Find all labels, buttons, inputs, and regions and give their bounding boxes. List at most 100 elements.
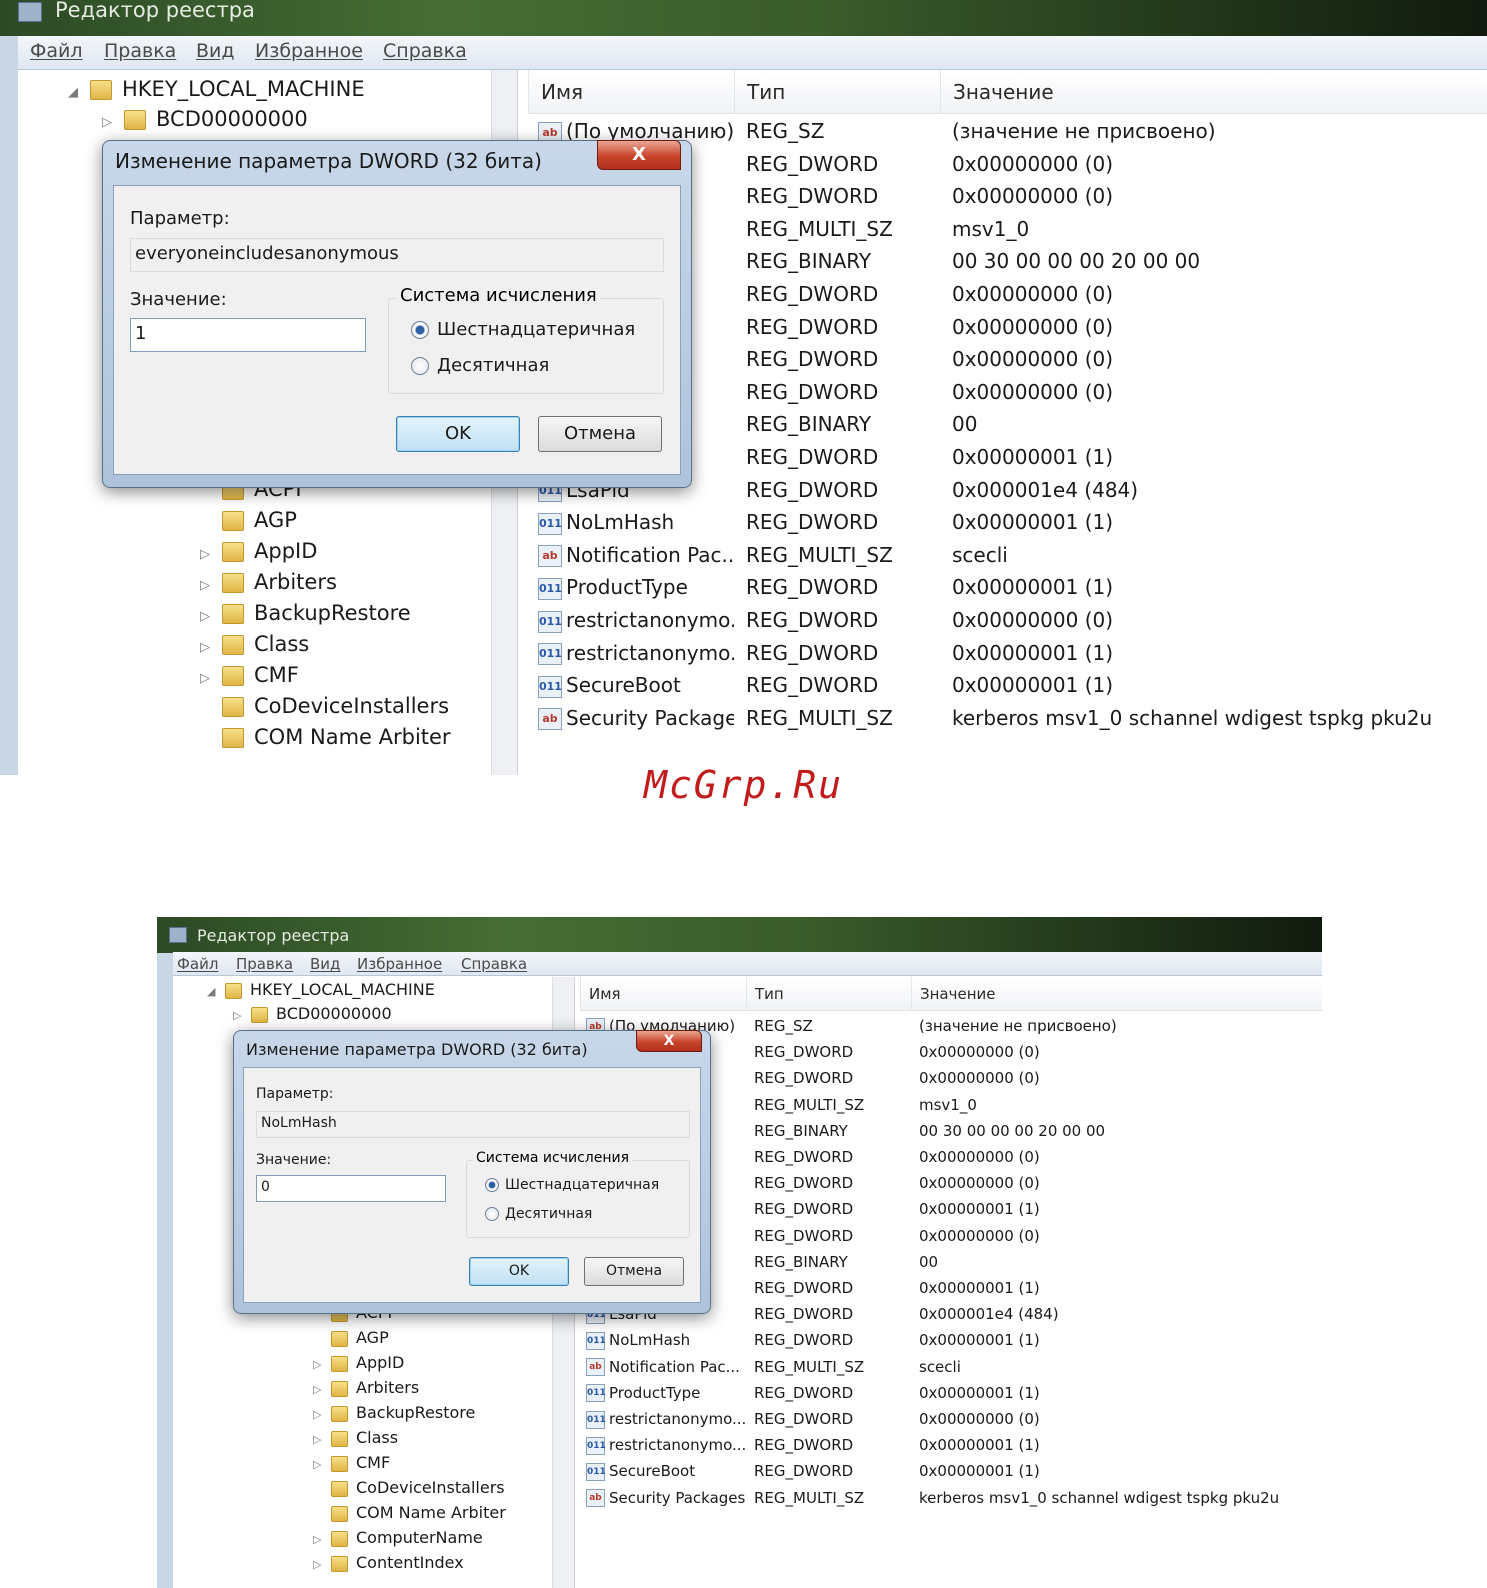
radix-group: Система исчисления Шестнадцатеричная Дес… — [466, 1150, 690, 1238]
binary-value-icon: 011 — [538, 577, 562, 600]
expand-icon[interactable]: ▷ — [313, 1553, 331, 1577]
tree-node[interactable]: ▷ Arbiters — [313, 1376, 419, 1400]
menu-favorites[interactable]: Избранное — [357, 955, 442, 973]
expand-icon[interactable]: ▷ — [200, 633, 222, 663]
folder-icon — [90, 80, 112, 100]
tree-node[interactable]: ▷ AppID — [313, 1351, 404, 1375]
tree-node-bcd[interactable]: ▷ BCD00000000 — [102, 104, 308, 134]
cell-value: 00 30 00 00 00 20 00 00 — [919, 1121, 1106, 1140]
menu-help[interactable]: Справка — [383, 40, 467, 62]
table-row[interactable]: 011 restrictanonymo... REG_DWORD 0x00000000… — [528, 604, 1487, 636]
tree-node[interactable]: ▷ Class — [313, 1426, 398, 1450]
value-input[interactable]: 1 — [130, 318, 366, 352]
table-row[interactable]: 011 NoLmHash REG_DWORD 0x00000001 (1) — [528, 506, 1487, 538]
expand-icon[interactable]: ▷ — [233, 1004, 251, 1028]
table-row[interactable]: 011 ProductType REG_DWORD 0x00000001 (1) — [528, 571, 1487, 603]
table-row[interactable]: 011 restrictanonymo... REG_DWORD 0x00000001… — [528, 637, 1487, 669]
expand-icon[interactable]: ▷ — [200, 540, 222, 570]
expand-icon[interactable]: ▷ — [313, 1403, 331, 1427]
tree-node[interactable]: CoDeviceInstallers — [313, 1476, 505, 1500]
tree-node[interactable]: ▷ BackupRestore — [313, 1401, 475, 1425]
radio-hex[interactable]: Шестнадцатеричная — [411, 319, 635, 340]
table-row[interactable]: ab Notification Pac... REG_MULTI_SZ scecli — [580, 1354, 1322, 1380]
column-value[interactable]: Значение — [940, 70, 1435, 113]
tree-node[interactable]: AGP — [313, 1326, 389, 1350]
expand-icon[interactable]: ▷ — [313, 1428, 331, 1452]
table-row[interactable]: 011 SecureBoot REG_DWORD 0x00000001 (1) — [580, 1458, 1322, 1484]
tree-node[interactable]: ▷ ContentIndex — [313, 1551, 464, 1575]
cell-value: 0x00000000 (0) — [919, 1043, 1040, 1062]
table-row[interactable]: ab Security Packages REG_MULTI_SZ kerberos … — [528, 702, 1487, 734]
menu-edit[interactable]: Правка — [236, 955, 293, 973]
tree-node[interactable]: COM Name Arbiter — [313, 1501, 506, 1525]
table-row[interactable]: 011 NoLmHash REG_DWORD 0x00000001 (1) — [580, 1327, 1322, 1353]
ok-button[interactable]: OK — [396, 416, 520, 452]
binary-value-icon: 011 — [586, 1331, 606, 1350]
menu-view[interactable]: Вид — [196, 40, 235, 62]
tree-node[interactable]: ▷ CMF — [200, 660, 299, 690]
column-type[interactable]: Тип — [746, 977, 911, 1010]
dialog-title: Изменение параметра DWORD (32 бита) — [115, 149, 542, 173]
tree-node[interactable]: ▷ BackupRestore — [200, 598, 411, 628]
cell-type: REG_BINARY — [746, 412, 872, 437]
menu-edit[interactable]: Правка — [104, 40, 176, 62]
radio-dec[interactable]: Десятичная — [411, 355, 549, 376]
collapse-icon[interactable]: ◢ — [68, 78, 90, 108]
close-button[interactable]: X — [636, 1030, 702, 1052]
radio-dec[interactable]: Десятичная — [485, 1206, 592, 1222]
binary-value-icon: 011 — [538, 610, 562, 633]
expand-icon[interactable]: ▷ — [200, 571, 222, 601]
radio-hex[interactable]: Шестнадцатеричная — [485, 1177, 659, 1193]
tree-node[interactable]: ▷ Class — [200, 629, 309, 659]
table-row[interactable]: 011 SecureBoot REG_DWORD 0x00000001 (1) — [528, 669, 1487, 701]
collapse-icon[interactable]: ◢ — [207, 980, 225, 1004]
menu-file[interactable]: Файл — [30, 40, 83, 62]
radix-group-title: Система исчисления — [473, 1150, 633, 1166]
tree-node[interactable]: COM Name Arbiter — [200, 722, 451, 752]
table-row[interactable]: ab Notification Pac... REG_MULTI_SZ scecli — [528, 539, 1487, 571]
expand-icon[interactable]: ▷ — [313, 1378, 331, 1402]
column-value[interactable]: Значение — [911, 977, 1311, 1010]
expand-icon[interactable]: ▷ — [313, 1353, 331, 1377]
tree-node-hklm[interactable]: ◢ HKEY_LOCAL_MACHINE — [68, 74, 365, 104]
tree-node[interactable]: CoDeviceInstallers — [200, 691, 449, 721]
tree-node[interactable]: ▷ ComputerName — [313, 1526, 483, 1550]
cell-type: REG_DWORD — [754, 1410, 854, 1428]
tree-node[interactable]: ▷ CMF — [313, 1451, 390, 1475]
expand-icon[interactable]: ▷ — [102, 108, 124, 138]
folder-icon — [222, 573, 244, 593]
tree-node-hklm[interactable]: ◢ HKEY_LOCAL_MACHINE — [207, 978, 435, 1002]
value-input[interactable]: 0 — [256, 1175, 446, 1202]
table-row[interactable]: ab Security Packages REG_MULTI_SZ kerberos … — [580, 1485, 1322, 1511]
column-type[interactable]: Тип — [734, 70, 940, 113]
ok-button[interactable]: OK — [469, 1257, 569, 1286]
tree-node[interactable]: ▷ AppID — [200, 536, 317, 566]
cell-value: kerberos msv1_0 schannel wdigest tspkg p… — [919, 1488, 1280, 1507]
expand-icon[interactable]: ▷ — [200, 664, 222, 694]
tree-node-bcd[interactable]: ▷ BCD00000000 — [233, 1002, 392, 1026]
cell-type: REG_DWORD — [754, 1043, 854, 1062]
cell-value: 0x000001e4 (484) — [952, 477, 1139, 502]
folder-icon — [331, 1530, 348, 1547]
expand-icon[interactable]: ▷ — [200, 602, 222, 632]
table-row[interactable]: 011 restrictanonymo... REG_DWORD 0x00000001… — [580, 1432, 1322, 1458]
expand-icon[interactable]: ▷ — [313, 1528, 331, 1552]
table-row[interactable]: 011 ProductType REG_DWORD 0x00000001 (1) — [580, 1380, 1322, 1406]
column-name[interactable]: Имя — [580, 977, 746, 1010]
folder-icon — [331, 1405, 348, 1422]
menu-file[interactable]: Файл — [177, 955, 218, 973]
close-button[interactable]: X — [597, 140, 681, 170]
menu-help[interactable]: Справка — [461, 955, 527, 973]
cancel-button[interactable]: Отмена — [584, 1257, 684, 1286]
menu-favorites[interactable]: Избранное — [255, 40, 363, 62]
column-name[interactable]: Имя — [528, 70, 734, 113]
table-row[interactable]: 011 restrictanonymo... REG_DWORD 0x00000000… — [580, 1406, 1322, 1432]
cancel-button[interactable]: Отмена — [538, 416, 662, 452]
cell-type: REG_DWORD — [746, 445, 879, 469]
expand-icon[interactable]: ▷ — [313, 1453, 331, 1477]
cell-type: REG_DWORD — [746, 151, 879, 176]
menu-view[interactable]: Вид — [310, 955, 340, 973]
tree-node[interactable]: ▷ Arbiters — [200, 567, 337, 597]
tree-node[interactable]: AGP — [200, 505, 297, 535]
cell-value: 0x00000001 (1) — [952, 673, 1114, 698]
